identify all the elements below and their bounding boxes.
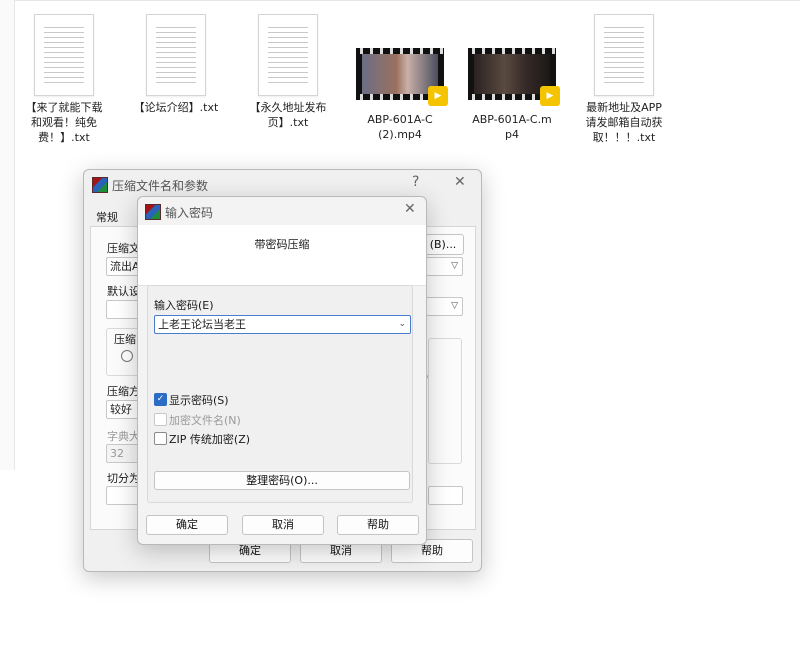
close-icon[interactable]: ✕ — [404, 201, 416, 217]
zip-legacy-checkbox[interactable] — [154, 432, 167, 445]
text-file-icon — [258, 14, 318, 96]
help-button[interactable]: 帮助 — [337, 515, 419, 535]
encrypt-filenames-label: 加密文件名(N) — [169, 414, 241, 427]
split-label: 切分为 — [107, 472, 140, 485]
format-radio[interactable] — [121, 350, 133, 362]
archive-name-label: 压缩文 — [107, 242, 140, 255]
file-item[interactable]: 最新地址及APP 请发邮箱自动获 取！！！.txt — [574, 14, 674, 145]
dialog-heading: 带密码压缩 — [254, 238, 310, 251]
options-group — [428, 338, 462, 464]
winrar-icon — [92, 177, 108, 193]
close-icon[interactable]: ✕ — [454, 174, 466, 190]
encrypt-filenames-checkbox[interactable] — [154, 413, 167, 426]
help-icon[interactable]: ? — [412, 174, 419, 190]
tab-general[interactable]: 常规 — [96, 209, 118, 225]
dictionary-label: 字典大 — [107, 430, 140, 443]
organize-passwords-button[interactable]: 整理密码(O)... — [154, 471, 410, 490]
archive-name-dropdown[interactable]: ▽ — [422, 257, 463, 276]
password-input[interactable]: 上老王论坛当老王 ⌄ — [154, 315, 411, 334]
chevron-down-icon: ⌄ — [398, 319, 406, 329]
file-item[interactable]: 【永久地址发布 页】.txt — [238, 14, 338, 130]
file-item[interactable]: ▶ ABP-601A-C (2).mp4 — [350, 38, 450, 142]
file-item[interactable]: ▶ ABP-601A-C.m p4 — [462, 38, 562, 142]
default-profile-label: 默认设 — [107, 285, 140, 298]
zip-legacy-label: ZIP 传统加密(Z) — [169, 433, 251, 446]
ok-button[interactable]: 确定 — [146, 515, 228, 535]
text-file-icon — [146, 14, 206, 96]
header-area — [138, 225, 426, 286]
show-password-label: 显示密码(S) — [169, 394, 229, 407]
enter-password-dialog: 输入密码 ✕ 带密码压缩 输入密码(E) 上老王论坛当老王 ⌄ ✓ 显示密码(S… — [137, 196, 427, 545]
password-label: 输入密码(E) — [154, 299, 214, 312]
file-name: 【论坛介绍】.txt — [133, 101, 219, 114]
video-file-icon: ▶ — [468, 48, 560, 106]
text-file-icon — [594, 14, 654, 96]
potplayer-badge-icon: ▶ — [428, 86, 448, 106]
format-group-label: 压缩 — [114, 333, 136, 346]
winrar-icon — [145, 204, 161, 220]
file-item[interactable]: 【来了就能下载 和观看！纯免 费！】.txt — [14, 14, 114, 145]
text-file-icon — [34, 14, 94, 96]
file-item[interactable]: 【论坛介绍】.txt — [126, 14, 226, 115]
video-file-icon: ▶ — [356, 48, 448, 106]
show-password-checkbox[interactable]: ✓ — [154, 393, 167, 406]
explorer-top-border — [0, 0, 800, 1]
file-name: 【永久地址发布 页】.txt — [249, 101, 327, 129]
method-label: 压缩方 — [107, 385, 140, 398]
dialog-title: 压缩文件名和参数 — [112, 179, 209, 193]
password-value: 上老王论坛当老王 — [158, 318, 246, 331]
titlebar: 压缩文件名和参数 ? ✕ — [84, 170, 481, 198]
titlebar: 输入密码 ✕ — [138, 197, 426, 225]
cancel-button[interactable]: 取消 — [242, 515, 324, 535]
file-name: 最新地址及APP 请发邮箱自动获 取！！！.txt — [585, 101, 663, 144]
chevron-down-icon: ▽ — [451, 301, 458, 311]
split-unit-field[interactable] — [428, 486, 463, 505]
explorer-navigation-pane — [0, 0, 15, 470]
potplayer-badge-icon: ▶ — [540, 86, 560, 106]
dialog-title: 输入密码 — [165, 206, 214, 220]
file-name: ABP-601A-C (2).mp4 — [367, 113, 433, 141]
browse-button[interactable]: (B)... — [422, 234, 464, 255]
profile-dropdown[interactable]: ▽ — [422, 297, 463, 316]
file-name: ABP-601A-C.m p4 — [472, 113, 552, 141]
checkmark-icon: ✓ — [156, 394, 165, 404]
file-name: 【来了就能下载 和观看！纯免 费！】.txt — [25, 101, 103, 144]
chevron-down-icon: ▽ — [451, 261, 458, 271]
